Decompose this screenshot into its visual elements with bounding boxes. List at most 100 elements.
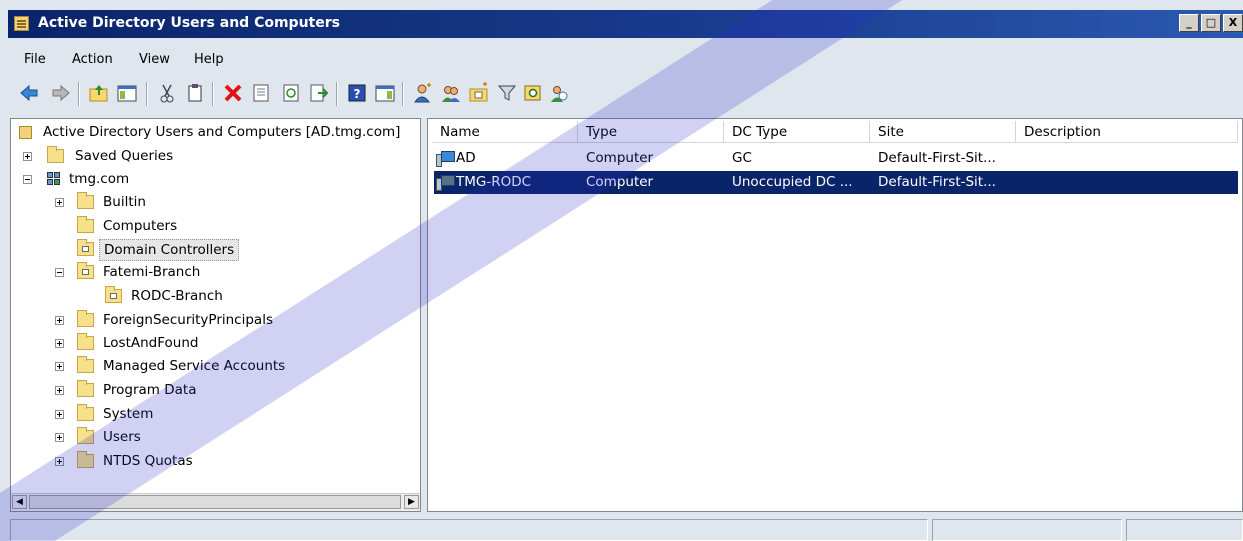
collapse-icon[interactable] <box>23 175 32 184</box>
aduc-app-icon <box>14 16 29 31</box>
cell-site: Default-First-Sit... <box>878 174 996 190</box>
expand-icon[interactable] <box>55 457 64 466</box>
find-icon[interactable] <box>522 82 544 104</box>
help-icon[interactable]: ? <box>346 82 368 104</box>
expand-icon[interactable] <box>55 362 64 371</box>
menu-view[interactable]: View <box>139 52 170 67</box>
folder-icon <box>77 333 94 350</box>
new-user-icon[interactable] <box>412 82 434 104</box>
tree-item-users[interactable]: Users <box>11 426 411 448</box>
tree-item-label: Managed Service Accounts <box>103 358 286 374</box>
new-ou-icon[interactable] <box>468 82 490 104</box>
maximize-button[interactable]: □ <box>1201 14 1221 32</box>
delete-icon[interactable] <box>222 82 244 104</box>
cell-type: Computer <box>586 174 654 190</box>
window-title-bar[interactable]: Active Directory Users and Computers _ □… <box>8 10 1243 38</box>
folder-icon <box>77 310 94 327</box>
expand-icon[interactable] <box>55 339 64 348</box>
expand-icon[interactable] <box>55 316 64 325</box>
tree-item-managed-service-accounts[interactable]: Managed Service Accounts <box>11 355 411 377</box>
collapse-icon[interactable] <box>55 268 64 277</box>
up-folder-icon[interactable] <box>88 82 110 104</box>
folder-icon <box>77 192 94 209</box>
ou-icon <box>77 239 94 256</box>
tree-item-fatemi-branch[interactable]: Fatemi-Branch <box>11 261 411 283</box>
list-row-selected[interactable]: TMG-RODC Computer Unoccupied DC ... Defa… <box>434 171 1238 194</box>
svg-text:?: ? <box>354 87 361 101</box>
cell-site: Default-First-Sit... <box>878 150 996 166</box>
tree-item-label: Builtin <box>103 194 146 210</box>
cell-type: Computer <box>586 150 654 166</box>
add-to-group-icon[interactable] <box>548 82 570 104</box>
tree-item-saved-queries[interactable]: Saved Queries <box>11 145 411 167</box>
expand-icon[interactable] <box>55 410 64 419</box>
scrollbar-thumb[interactable] <box>29 495 401 509</box>
column-header-description[interactable]: Description <box>1016 121 1238 143</box>
tree-item-label: Program Data <box>103 382 197 398</box>
column-header-name[interactable]: Name <box>432 121 578 143</box>
close-button[interactable]: X <box>1223 14 1243 32</box>
tree-item-tmg-com[interactable]: tmg.com <box>11 168 411 190</box>
toolbar: ? <box>8 76 1243 114</box>
expand-icon[interactable] <box>55 433 64 442</box>
rodc-computer-icon <box>436 175 456 191</box>
expand-icon[interactable] <box>55 198 64 207</box>
show-action-pane-icon[interactable] <box>374 82 396 104</box>
export-list-icon[interactable] <box>308 82 330 104</box>
ou-icon <box>105 286 122 303</box>
tree-item-lost-and-found[interactable]: LostAndFound <box>11 332 411 354</box>
tree-item-label: Fatemi-Branch <box>103 264 201 280</box>
copy-icon[interactable] <box>184 82 206 104</box>
tree-item-domain-controllers[interactable]: Domain Controllers <box>11 238 411 261</box>
minimize-button[interactable]: _ <box>1179 14 1199 32</box>
refresh-icon[interactable] <box>280 82 302 104</box>
back-icon[interactable] <box>18 82 40 104</box>
tree-item-program-data[interactable]: Program Data <box>11 379 411 401</box>
tree-item-label: System <box>103 406 154 422</box>
show-console-tree-icon[interactable] <box>116 82 138 104</box>
console-tree-pane[interactable]: Active Directory Users and Computers [AD… <box>10 118 421 512</box>
tree-root-label: Active Directory Users and Computers [AD… <box>43 124 401 140</box>
new-group-icon[interactable] <box>440 82 462 104</box>
menu-file[interactable]: File <box>24 52 46 67</box>
cut-icon[interactable] <box>156 82 178 104</box>
cell-name: TMG-RODC <box>456 174 532 190</box>
column-header-site[interactable]: Site <box>870 121 1016 143</box>
folder-icon <box>77 451 94 468</box>
scroll-left-icon[interactable]: ◀ <box>12 495 27 509</box>
folder-icon <box>47 146 64 163</box>
cell-dc-type: Unoccupied DC ... <box>732 174 853 190</box>
tree-item-system[interactable]: System <box>11 403 411 425</box>
tree-item-builtin[interactable]: Builtin <box>11 191 411 213</box>
column-header-dc-type[interactable]: DC Type <box>724 121 870 143</box>
column-header-type[interactable]: Type <box>578 121 724 143</box>
folder-icon <box>77 216 94 233</box>
domain-icon <box>47 172 65 187</box>
cell-dc-type: GC <box>732 150 752 166</box>
tree-item-foreign-security-principals[interactable]: ForeignSecurityPrincipals <box>11 309 411 331</box>
filter-icon[interactable] <box>496 82 518 104</box>
tree-item-label: RODC-Branch <box>131 288 223 304</box>
tree-item-ntds-quotas[interactable]: NTDS Quotas <box>11 450 411 472</box>
tree-item-rodc-branch[interactable]: RODC-Branch <box>11 285 411 307</box>
expand-icon[interactable] <box>23 152 32 161</box>
list-row[interactable]: AD Computer GC Default-First-Sit... <box>434 147 1238 170</box>
menu-help[interactable]: Help <box>194 52 224 67</box>
expand-icon[interactable] <box>55 386 64 395</box>
tree-item-computers[interactable]: Computers <box>11 215 411 237</box>
tree-horizontal-scrollbar[interactable]: ◀ ▶ <box>11 493 420 511</box>
tree-item-label: Saved Queries <box>75 148 174 164</box>
folder-icon <box>77 427 94 444</box>
tree-item-label: ForeignSecurityPrincipals <box>103 312 273 328</box>
computer-icon <box>436 151 456 167</box>
scroll-right-icon[interactable]: ▶ <box>404 495 419 509</box>
tree-item-label: LostAndFound <box>103 335 199 351</box>
cell-name: AD <box>456 150 476 166</box>
tree-item-label: Computers <box>103 218 178 234</box>
status-panel-2 <box>932 519 1122 541</box>
details-list-pane[interactable]: Name Type DC Type Site Description AD Co… <box>427 118 1243 512</box>
menu-action[interactable]: Action <box>72 52 113 67</box>
tree-item-label: Domain Controllers <box>99 239 240 261</box>
forward-icon[interactable] <box>50 82 72 104</box>
properties-icon[interactable] <box>250 82 272 104</box>
